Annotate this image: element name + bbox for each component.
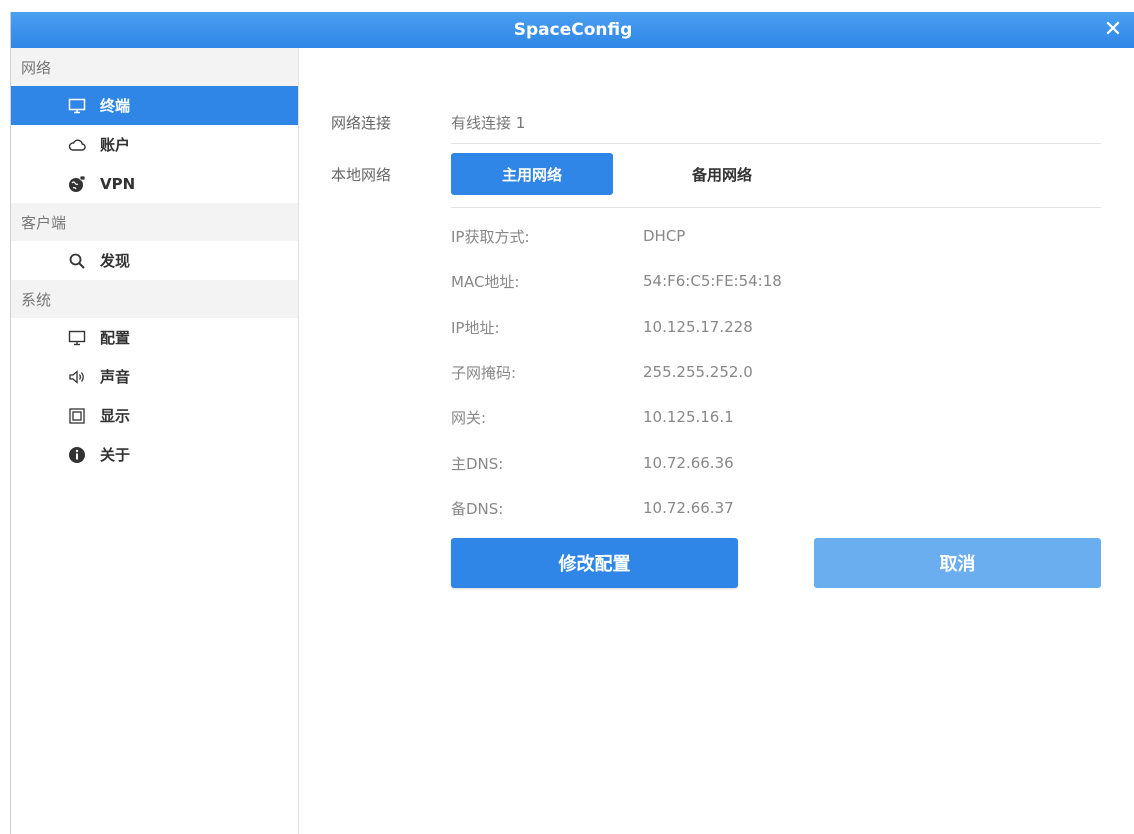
- info-icon: [66, 445, 88, 465]
- connection-label: 网络连接: [331, 114, 392, 132]
- sidebar-item-label: 终端: [100, 97, 131, 115]
- info-value: 10.125.16.1: [643, 408, 734, 426]
- sidebar-group-client: 客户端: [11, 203, 298, 241]
- tab-label: 主用网络: [501, 165, 562, 184]
- info-value: DHCP: [643, 227, 686, 245]
- sidebar-item-label: VPN: [100, 174, 136, 193]
- info-row-subnet: 子网掩码: 255.255.252.0: [451, 360, 753, 384]
- info-row-backup-dns: 备DNS: 10.72.66.37: [451, 496, 734, 520]
- sidebar-item-vpn[interactable]: VPN: [11, 164, 298, 203]
- search-icon: [66, 251, 88, 271]
- spaceconfig-window: SpaceConfig ✕ 网络 终端 账户 VPN 客户端 发现 系统 配置 …: [10, 12, 1134, 834]
- sidebar-item-label: 账户: [100, 136, 131, 154]
- sidebar-group-system: 系统: [11, 280, 298, 318]
- display-icon: [66, 406, 88, 426]
- tab-backup-network[interactable]: 备用网络: [641, 153, 803, 195]
- info-key: 主DNS:: [451, 454, 504, 473]
- group-label: 系统: [21, 290, 52, 309]
- info-key: 网关:: [451, 408, 487, 427]
- sidebar: 网络 终端 账户 VPN 客户端 发现 系统 配置 声音 显示 关于: [11, 48, 299, 834]
- sidebar-item-display[interactable]: 显示: [11, 396, 298, 435]
- speaker-icon: [66, 367, 88, 387]
- sidebar-item-discover[interactable]: 发现: [11, 241, 298, 280]
- sidebar-group-network: 网络: [11, 48, 298, 86]
- info-key: IP地址:: [451, 318, 500, 337]
- sidebar-item-label: 声音: [100, 368, 131, 386]
- sidebar-item-about[interactable]: 关于: [11, 435, 298, 474]
- info-key: 备DNS:: [451, 499, 504, 518]
- window-title: SpaceConfig: [513, 20, 633, 40]
- info-value: 10.72.66.36: [643, 454, 734, 472]
- main-content: 网络连接 有线连接 1 本地网络 主用网络 备用网络 IP获取方式: DHCP …: [299, 48, 1134, 834]
- monitor-icon: [66, 328, 88, 348]
- sidebar-item-label: 发现: [100, 252, 131, 270]
- info-value: 255.255.252.0: [643, 363, 753, 381]
- info-value: 54:F6:C5:FE:54:18: [643, 272, 782, 290]
- group-label: 网络: [21, 58, 52, 77]
- sidebar-item-label: 配置: [100, 329, 131, 347]
- info-key: IP获取方式:: [451, 227, 530, 246]
- info-row-gateway: 网关: 10.125.16.1: [451, 405, 734, 429]
- info-value: 10.72.66.37: [643, 499, 734, 517]
- divider: [451, 207, 1101, 208]
- sidebar-item-account[interactable]: 账户: [11, 125, 298, 164]
- close-button[interactable]: ✕: [1099, 16, 1127, 44]
- sidebar-item-sound[interactable]: 声音: [11, 357, 298, 396]
- cancel-button[interactable]: 取消: [814, 538, 1101, 588]
- title-bar: SpaceConfig ✕: [11, 12, 1134, 48]
- tab-primary-network[interactable]: 主用网络: [451, 153, 613, 195]
- divider: [451, 143, 1101, 144]
- group-label: 客户端: [21, 213, 67, 232]
- monitor-icon: [66, 96, 88, 116]
- info-row-ip-method: IP获取方式: DHCP: [451, 224, 685, 248]
- close-icon: ✕: [1103, 17, 1123, 42]
- local-network-label: 本地网络: [331, 166, 392, 184]
- globe-lock-icon: [66, 174, 88, 194]
- info-key: 子网掩码:: [451, 363, 517, 382]
- cloud-icon: [66, 135, 88, 155]
- info-row-primary-dns: 主DNS: 10.72.66.36: [451, 451, 734, 475]
- info-row-ip: IP地址: 10.125.17.228: [451, 315, 753, 339]
- sidebar-item-label: 关于: [100, 446, 131, 464]
- sidebar-item-config[interactable]: 配置: [11, 318, 298, 357]
- tab-label: 备用网络: [691, 165, 752, 184]
- sidebar-item-label: 显示: [100, 407, 131, 425]
- info-value: 10.125.17.228: [643, 318, 753, 336]
- modify-config-button[interactable]: 修改配置: [451, 538, 738, 588]
- sidebar-item-terminal[interactable]: 终端: [11, 86, 298, 125]
- connection-select[interactable]: 有线连接 1: [451, 112, 525, 133]
- info-key: MAC地址:: [451, 272, 520, 291]
- button-label: 修改配置: [558, 554, 631, 575]
- info-row-mac: MAC地址: 54:F6:C5:FE:54:18: [451, 269, 782, 293]
- button-label: 取消: [939, 554, 976, 575]
